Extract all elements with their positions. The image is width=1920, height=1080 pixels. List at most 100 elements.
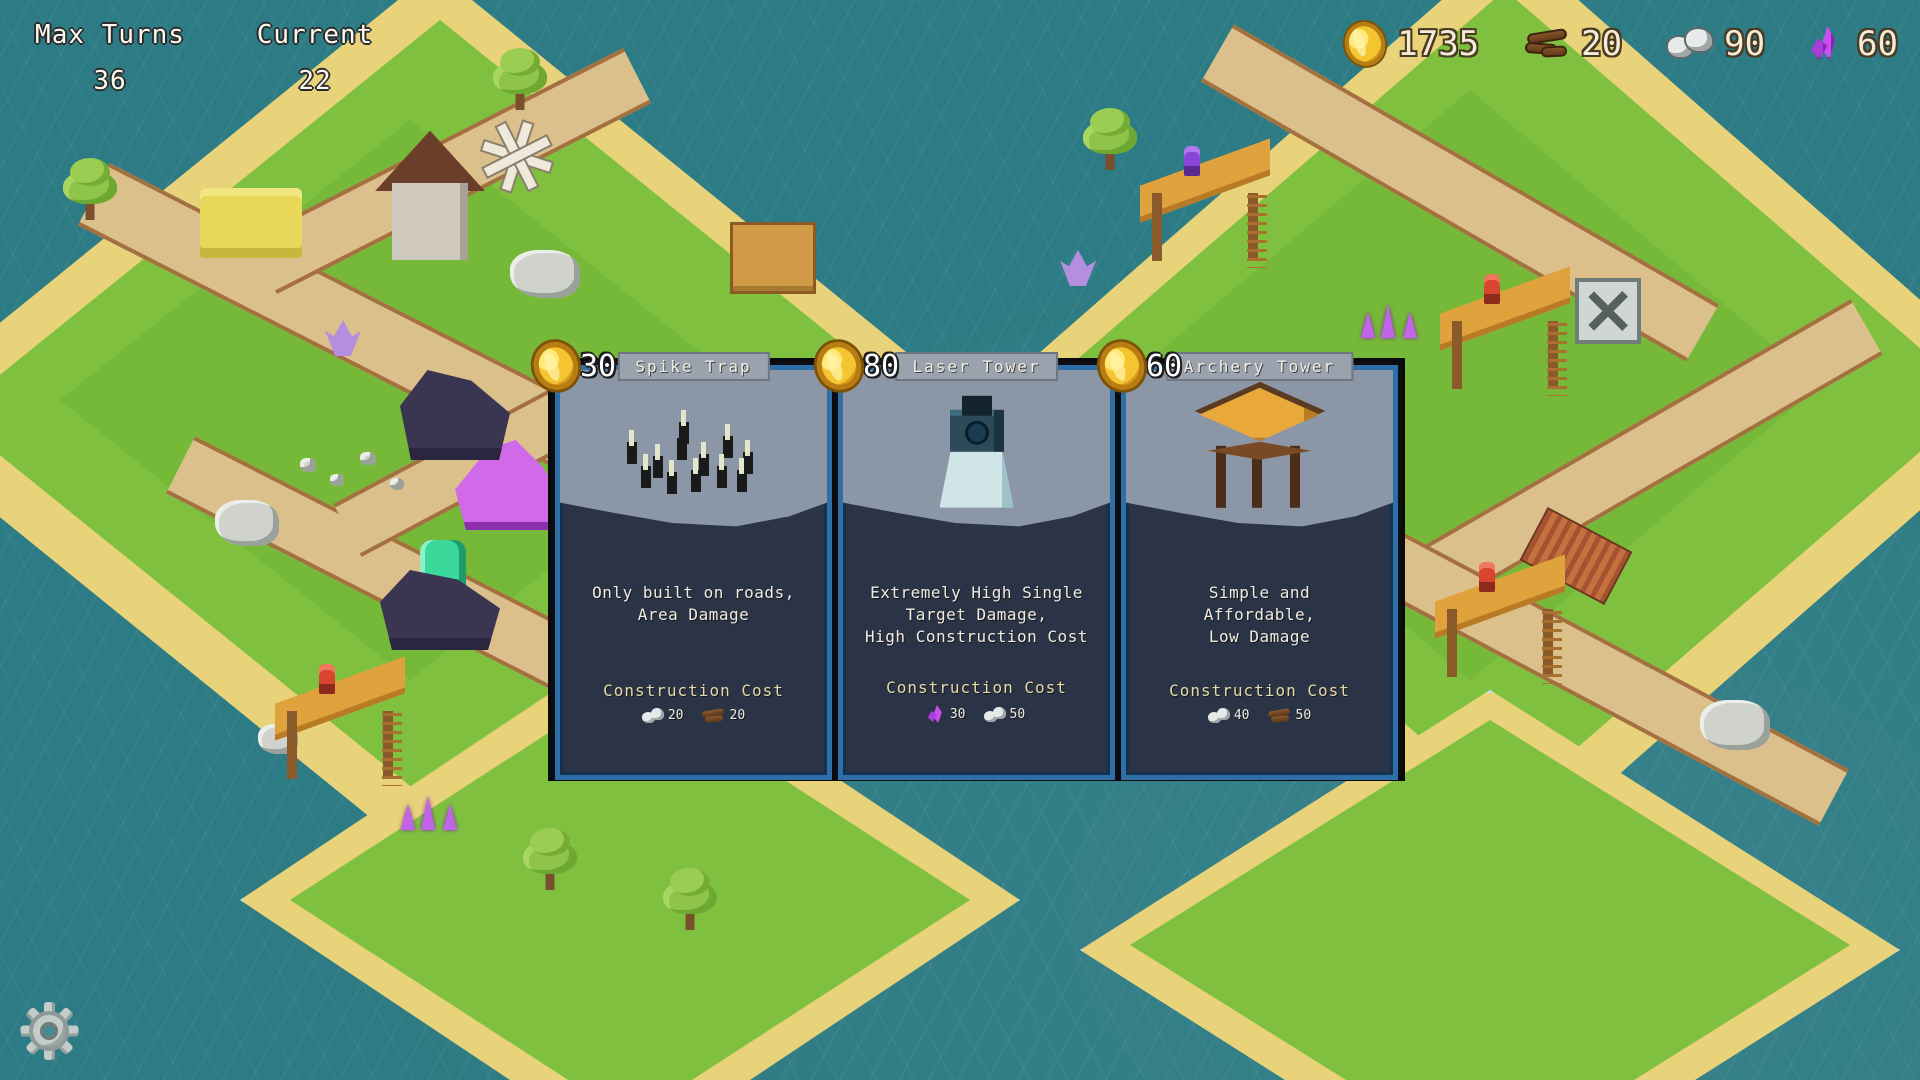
card-art-wave: [1126, 525, 1393, 527]
cost-item-stone: 50: [983, 706, 1026, 722]
resource-stone: 90: [1668, 24, 1765, 64]
card-price-archery-tower: 60: [1093, 335, 1183, 397]
stone-icon: [983, 706, 1006, 722]
turn-counter-hud: Max Turns 36 Current 22: [0, 20, 420, 110]
cost-title: Construction Cost: [603, 681, 784, 700]
resource-crystal: 60: [1811, 24, 1898, 64]
gold-coin-icon: [1339, 16, 1392, 72]
crate-stack: [730, 222, 816, 294]
game-screen: Max Turns 36 Current 22 1735 20 90 60 30…: [0, 0, 1920, 1080]
tree: [660, 830, 720, 930]
guard-post: [1435, 554, 1565, 688]
card-body-laser-tower: Extremely High Single Target Damage, Hig…: [843, 546, 1110, 775]
pebble: [360, 452, 376, 465]
pebble: [390, 478, 404, 490]
cost-amount: 50: [1295, 708, 1312, 723]
wood-log-icon: [1267, 707, 1292, 723]
cost-amount: 30: [949, 706, 966, 722]
haystack: [200, 188, 302, 258]
crystal-icon: [927, 705, 946, 723]
max-turns-label: Max Turns: [35, 20, 185, 50]
pebble: [330, 474, 344, 486]
spike-trap-art: [619, 408, 769, 494]
cost-item-stone: 20: [641, 708, 684, 723]
cost-row: 20 20: [560, 707, 827, 723]
card-art-archery-tower: [1126, 370, 1393, 527]
tree: [520, 790, 580, 890]
gold-coin-icon: [810, 335, 868, 397]
card-body-spike-trap: Only built on roads, Area Damage Constru…: [560, 546, 827, 775]
crystal-node: [395, 780, 475, 830]
resource-gold: 1735: [1339, 16, 1480, 72]
card-title-spike-trap: Spike Trap: [617, 352, 770, 381]
cost-item-stone: 40: [1207, 708, 1250, 723]
build-menu-panel: 30 Spike Trap Only built on roads, Area …: [527, 335, 1405, 781]
stone-value: 90: [1724, 24, 1766, 64]
cost-title: Construction Cost: [1169, 681, 1350, 700]
card-price-laser-tower: 80: [810, 335, 900, 397]
card-price-spike-trap: 30: [527, 335, 617, 397]
tree: [1080, 70, 1140, 170]
stone-icon: [1207, 708, 1230, 723]
crystal-node: [1355, 288, 1435, 338]
card-art-wave: [843, 525, 1110, 527]
cost-row: 40 50: [1126, 707, 1393, 723]
card-price-value: 80: [863, 348, 900, 384]
rock: [510, 250, 580, 298]
guard-post: [275, 656, 405, 790]
guard-post: [1440, 266, 1570, 400]
blocked-tile-marker: [1575, 278, 1641, 344]
card-art-spike-trap: [560, 370, 827, 527]
wood-value: 20: [1581, 24, 1623, 64]
cost-amount: 20: [667, 708, 684, 723]
pebble: [300, 458, 316, 472]
card-cost-block: Construction Cost 30 50: [843, 678, 1110, 723]
settings-button[interactable]: [18, 1000, 80, 1062]
wood-log-icon: [701, 707, 726, 723]
card-price-value: 60: [1146, 348, 1183, 384]
card-description: Simple and Affordable, Low Damage: [1203, 583, 1316, 646]
gold-value: 1735: [1397, 24, 1480, 64]
tree: [60, 120, 120, 220]
build-card-laser-tower[interactable]: 80 Laser Tower Extremely High Single Tar…: [810, 335, 1115, 780]
resource-wood: 20: [1524, 24, 1623, 64]
max-turns-value: 36: [93, 66, 127, 96]
laser-tower-art: [934, 388, 1020, 508]
cost-amount: 50: [1009, 706, 1026, 722]
cost-item-wood: 20: [701, 707, 746, 723]
tree: [490, 10, 550, 110]
current-turn-label: Current: [256, 20, 374, 50]
crystal-icon: [1811, 26, 1845, 62]
current-turn-block: Current 22: [225, 20, 405, 96]
cost-title: Construction Cost: [886, 678, 1067, 697]
max-turns-block: Max Turns 36: [20, 20, 200, 96]
card-cost-block: Construction Cost 20 20: [560, 681, 827, 723]
gold-coin-icon: [1093, 335, 1151, 397]
stone-icon: [1668, 29, 1713, 59]
cost-item-wood: 50: [1267, 707, 1312, 723]
card-art-wave: [560, 525, 827, 527]
rock: [215, 500, 279, 546]
archery-tower-art: [1194, 381, 1325, 508]
guard-post: [1140, 138, 1270, 272]
card-title-laser-tower: Laser Tower: [894, 352, 1059, 381]
card-price-value: 30: [580, 348, 617, 384]
cost-amount: 20: [729, 708, 746, 723]
build-card-spike-trap[interactable]: 30 Spike Trap Only built on roads, Area …: [527, 335, 832, 780]
card-body-archery-tower: Simple and Affordable, Low Damage Constr…: [1126, 546, 1393, 775]
card-description: Extremely High Single Target Damage, Hig…: [865, 583, 1088, 646]
stone-icon: [641, 708, 664, 723]
windmill: [370, 121, 552, 260]
cost-row: 30 50: [843, 705, 1110, 723]
build-card-archery-tower[interactable]: 60 Archery Tower Simple and Affordable, …: [1093, 335, 1398, 780]
card-description: Only built on roads, Area Damage: [592, 583, 795, 624]
resource-bar: 1735 20 90 60: [1339, 16, 1898, 72]
card-art-laser-tower: [843, 370, 1110, 527]
crystal-value: 60: [1857, 24, 1898, 64]
cost-item-crystal: 30: [927, 705, 966, 723]
gold-coin-icon: [527, 335, 585, 397]
card-title-archery-tower: Archery Tower: [1165, 352, 1354, 381]
gear-icon: [18, 1000, 80, 1062]
cost-amount: 40: [1233, 708, 1250, 723]
current-turn-value: 22: [298, 66, 332, 96]
